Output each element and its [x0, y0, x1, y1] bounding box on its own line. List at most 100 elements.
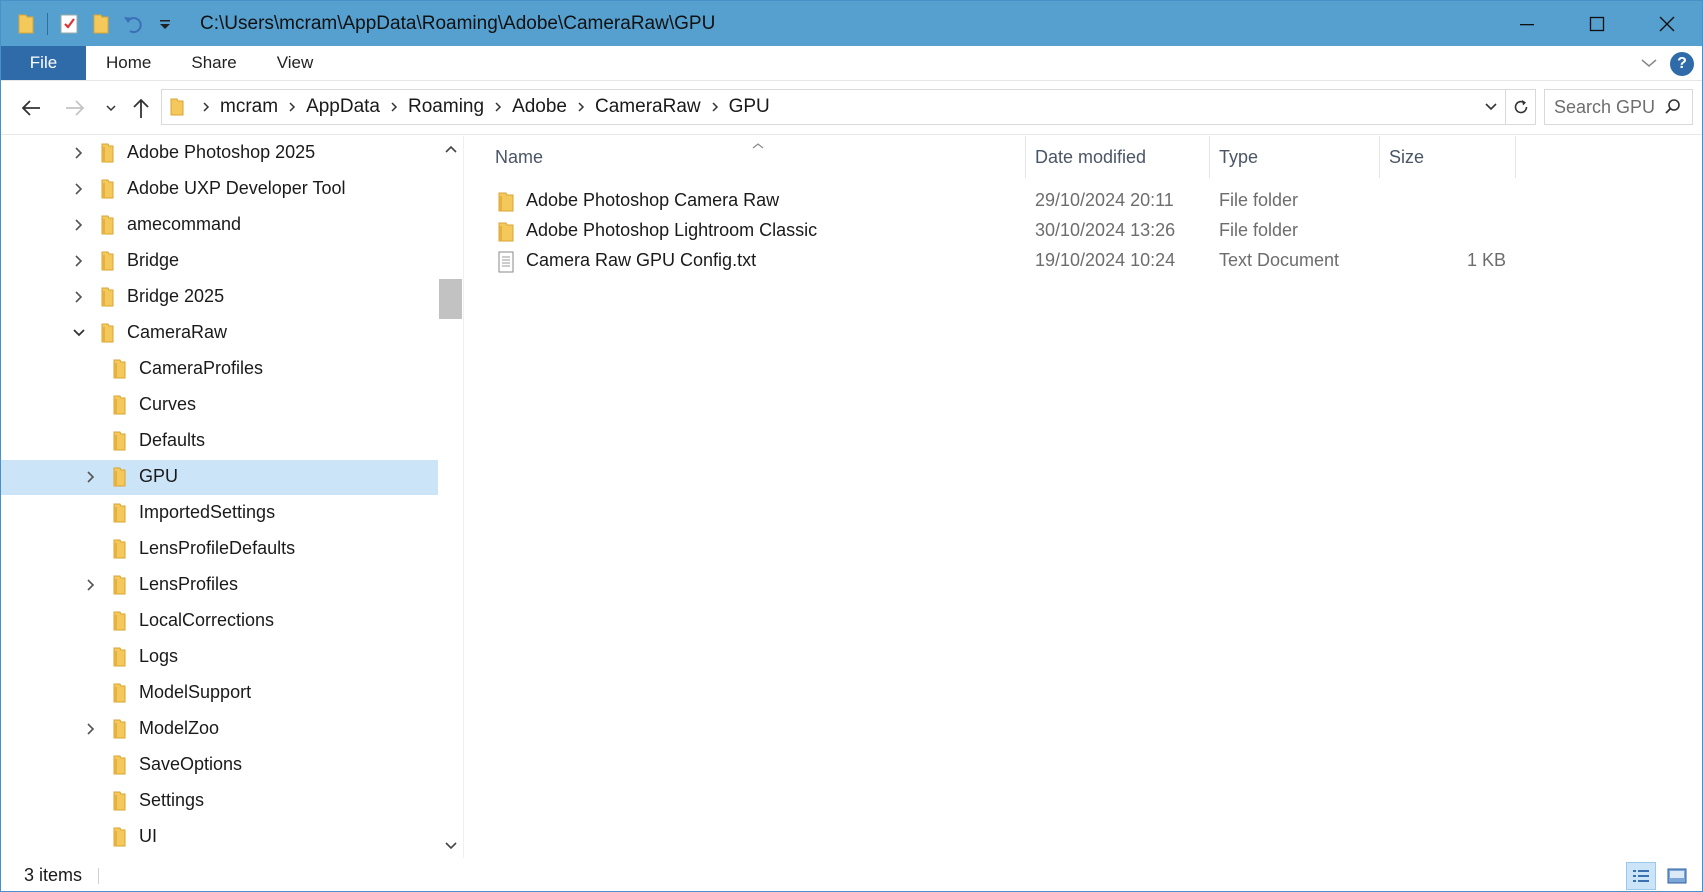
expand-ribbon-icon[interactable] [1640, 53, 1658, 74]
file-row[interactable]: Adobe Photoshop Camera Raw 29/10/2024 20:… [466, 185, 1516, 217]
chevron-right-icon[interactable] [494, 101, 502, 113]
tree-item-label: SaveOptions [139, 754, 243, 774]
breadcrumb-item[interactable]: Adobe [512, 96, 567, 118]
column-divider[interactable] [1025, 136, 1026, 178]
tree-item[interactable]: CameraRaw [1, 316, 438, 351]
tree-item[interactable]: Defaults [1, 424, 438, 459]
tab-file[interactable]: File [1, 46, 86, 80]
undo-icon[interactable] [120, 11, 146, 37]
tree-item[interactable]: UI [1, 820, 438, 855]
chevron-right-icon[interactable] [81, 467, 101, 487]
search-input[interactable]: Search GPU [1544, 89, 1693, 125]
column-divider[interactable] [1379, 136, 1380, 178]
tree-item[interactable]: Curves [1, 388, 438, 423]
nav-scrollbar[interactable] [438, 136, 463, 858]
title-bar: C:\Users\mcram\AppData\Roaming\Adobe\Cam… [1, 1, 1702, 46]
tab-view[interactable]: View [257, 46, 334, 80]
scroll-down-icon[interactable] [438, 833, 463, 858]
close-button[interactable] [1632, 1, 1702, 46]
tree-item[interactable]: LensProfileDefaults [1, 532, 438, 567]
tree-item-label: Bridge [127, 250, 180, 270]
breadcrumb-item[interactable]: GPU [729, 96, 770, 118]
breadcrumb-item[interactable]: Roaming [408, 96, 484, 118]
status-separator [98, 868, 99, 884]
column-header-size[interactable]: Size [1389, 136, 1509, 178]
tree-item[interactable]: amecommand [1, 208, 438, 243]
address-dropdown-button[interactable] [1477, 90, 1505, 124]
folder-icon [496, 191, 516, 218]
chevron-right-icon[interactable] [81, 575, 101, 595]
folder-icon [109, 718, 129, 739]
maximize-button[interactable] [1562, 1, 1632, 46]
tree-item[interactable]: Settings [1, 784, 438, 819]
tree-item[interactable]: LocalCorrections [1, 604, 438, 639]
large-icons-view-button[interactable] [1662, 862, 1692, 890]
folder-icon [109, 682, 129, 703]
file-row[interactable]: Adobe Photoshop Lightroom Classic 30/10/2… [466, 215, 1516, 247]
pane-splitter[interactable] [463, 136, 464, 858]
chevron-right-icon[interactable] [390, 101, 398, 113]
file-size: 1 KB [1466, 250, 1506, 270]
file-name: Adobe Photoshop Camera Raw [526, 190, 780, 210]
chevron-right-icon[interactable] [69, 179, 89, 199]
scroll-up-icon[interactable] [438, 136, 463, 161]
tree-item[interactable]: Adobe UXP Developer Tool [1, 172, 438, 207]
file-list: Name Date modified Type Size Adobe Photo… [466, 136, 1701, 858]
file-type: File folder [1219, 220, 1299, 240]
folder-icon [97, 286, 117, 307]
tree-item[interactable]: Bridge [1, 244, 438, 279]
forward-button[interactable] [57, 90, 93, 126]
tree-item[interactable]: CameraProfiles [1, 352, 438, 387]
breadcrumb-item[interactable]: CameraRaw [595, 96, 701, 118]
refresh-button[interactable] [1506, 89, 1536, 125]
window-controls [1492, 1, 1702, 46]
new-folder-icon[interactable] [88, 11, 114, 37]
chevron-right-icon[interactable] [81, 719, 101, 739]
details-view-button[interactable] [1626, 861, 1656, 890]
tree-item[interactable]: Adobe Photoshop 2025 [1, 136, 438, 171]
breadcrumb-item[interactable]: AppData [306, 96, 380, 118]
address-bar[interactable]: mcram AppData Roaming Adobe CameraRaw GP… [161, 89, 1506, 125]
scrollbar-thumb[interactable] [439, 279, 462, 319]
chevron-right-icon[interactable] [711, 101, 719, 113]
column-header-name[interactable]: Name [495, 136, 975, 178]
search-icon[interactable] [1664, 98, 1682, 121]
up-button[interactable] [123, 90, 159, 126]
tree-item[interactable]: ModelZoo [1, 712, 438, 747]
minimize-button[interactable] [1492, 1, 1562, 46]
chevron-right-icon[interactable] [577, 101, 585, 113]
breadcrumb-item[interactable]: mcram [220, 96, 278, 118]
help-icon[interactable]: ? [1670, 51, 1694, 76]
folder-icon [109, 790, 129, 811]
tree-item[interactable]: LensProfiles [1, 568, 438, 603]
chevron-right-icon[interactable] [69, 215, 89, 235]
tab-home[interactable]: Home [86, 46, 171, 80]
tab-share[interactable]: Share [171, 46, 256, 80]
explorer-window: C:\Users\mcram\AppData\Roaming\Adobe\Cam… [0, 0, 1703, 892]
chevron-right-icon[interactable] [202, 101, 210, 113]
chevron-down-icon[interactable] [69, 323, 89, 343]
file-row[interactable]: Camera Raw GPU Config.txt 19/10/2024 10:2… [466, 245, 1516, 277]
properties-icon[interactable] [56, 11, 82, 37]
column-divider[interactable] [1209, 136, 1210, 178]
chevron-right-icon[interactable] [69, 143, 89, 163]
chevron-right-icon[interactable] [288, 101, 296, 113]
qat-separator [47, 12, 48, 35]
chevron-right-icon[interactable] [69, 251, 89, 271]
tree-item[interactable]: Logs [1, 640, 438, 675]
chevron-right-icon[interactable] [69, 287, 89, 307]
customize-qat-icon[interactable] [152, 11, 178, 37]
tree-item-label: ModelSupport [139, 682, 252, 702]
column-header-date[interactable]: Date modified [1035, 136, 1205, 178]
tree-item[interactable]: ImportedSettings [1, 496, 438, 531]
folder-icon [109, 394, 129, 415]
column-divider[interactable] [1515, 136, 1516, 178]
back-button[interactable] [13, 90, 49, 126]
folder-icon [109, 646, 129, 667]
file-name: Camera Raw GPU Config.txt [526, 250, 757, 270]
column-header-type[interactable]: Type [1219, 136, 1379, 178]
tree-item[interactable]: ModelSupport [1, 676, 438, 711]
tree-item[interactable]: SaveOptions [1, 748, 438, 783]
tree-item[interactable]: GPU [1, 460, 438, 495]
tree-item[interactable]: Bridge 2025 [1, 280, 438, 315]
